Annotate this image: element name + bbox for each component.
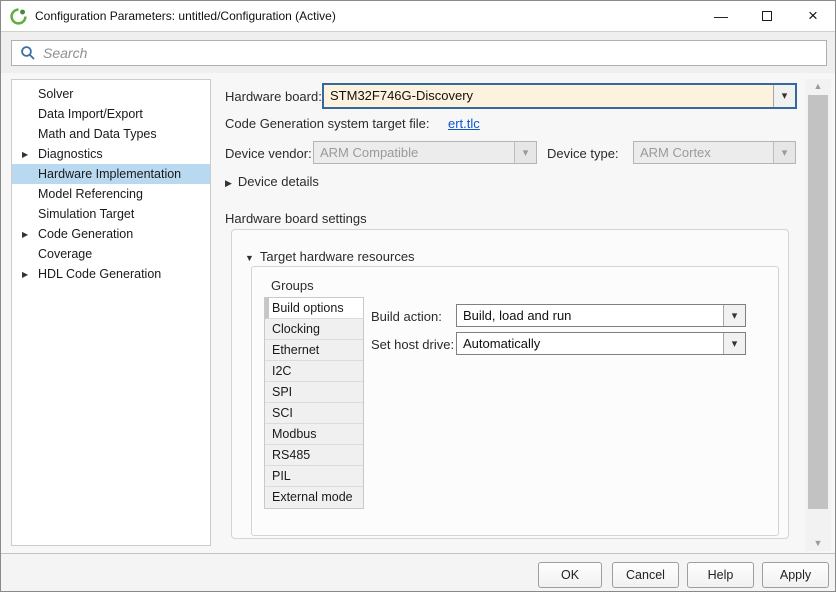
device-details-expander[interactable]: ▶ Device details: [225, 173, 319, 191]
groups-header: Groups: [271, 278, 314, 293]
device-type-label: Device type:: [547, 146, 619, 161]
sidebar-item-label: Data Import/Export: [38, 107, 143, 121]
sidebar-item-hardware-implementation[interactable]: Hardware Implementation: [12, 164, 210, 184]
build-action-value: Build, load and run: [463, 305, 721, 327]
help-button[interactable]: Help: [687, 562, 754, 588]
ert-tlc-link[interactable]: ert.tlc: [448, 116, 480, 131]
sidebar-item-label: Hardware Implementation: [38, 167, 181, 181]
group-item-ethernet[interactable]: Ethernet: [265, 340, 363, 361]
titlebar: Configuration Parameters: untitled/Confi…: [1, 1, 835, 32]
device-vendor-value: ARM Compatible: [320, 142, 512, 164]
build-action-label: Build action:: [371, 309, 442, 324]
expand-arrow-icon[interactable]: ▶: [22, 230, 38, 239]
configuration-parameters-window: Configuration Parameters: untitled/Confi…: [0, 0, 836, 592]
dropdown-arrow-icon[interactable]: ▾: [773, 85, 795, 107]
group-item-rs485[interactable]: RS485: [265, 445, 363, 466]
system-target-file-label: Code Generation system target file:: [225, 116, 430, 131]
sidebar-item-label: Model Referencing: [38, 187, 143, 201]
cancel-button[interactable]: Cancel: [612, 562, 679, 588]
sidebar-item-code-generation[interactable]: ▶Code Generation: [12, 224, 210, 244]
window-title: Configuration Parameters: untitled/Confi…: [35, 1, 336, 31]
scroll-down-icon[interactable]: ▼: [805, 536, 831, 551]
sidebar-item-label: Math and Data Types: [38, 127, 157, 141]
hardware-board-select[interactable]: STM32F746G-Discovery ▾: [323, 84, 796, 108]
hardware-board-label: Hardware board:: [225, 89, 322, 104]
dropdown-arrow-icon: ▾: [514, 142, 536, 163]
footer-button-bar: OK Cancel Help Apply: [1, 553, 835, 592]
hardware-board-value: STM32F746G-Discovery: [330, 85, 771, 107]
group-item-pil[interactable]: PIL: [265, 466, 363, 487]
set-host-drive-select[interactable]: Automatically ▾: [456, 332, 746, 355]
expand-arrow-icon: ▶: [225, 178, 232, 188]
sidebar-item-diagnostics[interactable]: ▶Diagnostics: [12, 144, 210, 164]
set-host-drive-value: Automatically: [463, 333, 721, 355]
sidebar-item-coverage[interactable]: Coverage: [12, 244, 210, 264]
group-item-sci[interactable]: SCI: [265, 403, 363, 424]
sidebar-item-model-referencing[interactable]: Model Referencing: [12, 184, 210, 204]
expand-arrow-icon[interactable]: ▶: [22, 150, 38, 159]
group-item-external-mode[interactable]: External mode: [265, 487, 363, 508]
group-item-build-options[interactable]: Build options: [265, 298, 363, 319]
target-hardware-resources-expander[interactable]: ▼ Target hardware resources: [245, 248, 415, 266]
simulink-app-icon: [10, 8, 27, 25]
vertical-scrollbar[interactable]: ▲ ▼: [805, 79, 831, 551]
device-vendor-label: Device vendor:: [225, 146, 312, 161]
dropdown-arrow-icon[interactable]: ▾: [723, 333, 745, 354]
dropdown-arrow-icon[interactable]: ▾: [723, 305, 745, 326]
expand-arrow-icon[interactable]: ▶: [22, 270, 38, 279]
sidebar-item-data-import-export[interactable]: Data Import/Export: [12, 104, 210, 124]
sidebar-item-label: HDL Code Generation: [38, 267, 161, 281]
group-item-clocking[interactable]: Clocking: [265, 319, 363, 340]
groups-list: Build options Clocking Ethernet I2C SPI …: [264, 297, 364, 509]
set-host-drive-label: Set host drive:: [371, 337, 454, 352]
scrollbar-thumb[interactable]: [808, 95, 828, 509]
dropdown-arrow-icon: ▾: [773, 142, 795, 163]
hardware-board-settings-heading: Hardware board settings: [225, 211, 367, 226]
sidebar-item-solver[interactable]: Solver: [12, 84, 210, 104]
minimize-button[interactable]: —: [700, 1, 742, 31]
build-action-select[interactable]: Build, load and run ▾: [456, 304, 746, 327]
sidebar-item-hdl-code-generation[interactable]: ▶HDL Code Generation: [12, 264, 210, 284]
group-item-spi[interactable]: SPI: [265, 382, 363, 403]
content-area: Solver Data Import/Export Math and Data …: [1, 73, 835, 553]
device-vendor-select: ARM Compatible ▾: [313, 141, 537, 164]
apply-button[interactable]: Apply: [762, 562, 829, 588]
sidebar-item-math-and-data-types[interactable]: Math and Data Types: [12, 124, 210, 144]
search-area: Search: [1, 32, 835, 73]
device-details-label: Device details: [238, 174, 319, 189]
sidebar-item-label: Coverage: [38, 247, 92, 261]
group-item-i2c[interactable]: I2C: [265, 361, 363, 382]
maximize-button[interactable]: [746, 1, 788, 31]
device-type-select: ARM Cortex ▾: [633, 141, 796, 164]
search-icon: [20, 45, 36, 61]
collapse-arrow-icon: ▼: [245, 253, 254, 263]
search-input[interactable]: Search: [11, 40, 827, 66]
device-type-value: ARM Cortex: [640, 142, 771, 164]
category-tree: Solver Data Import/Export Math and Data …: [11, 79, 211, 546]
sidebar-item-label: Code Generation: [38, 227, 133, 241]
sidebar-item-label: Solver: [38, 87, 73, 101]
scroll-up-icon[interactable]: ▲: [805, 79, 831, 94]
close-button[interactable]: ×: [792, 1, 834, 31]
sidebar-item-label: Diagnostics: [38, 147, 103, 161]
sidebar-item-simulation-target[interactable]: Simulation Target: [12, 204, 210, 224]
group-item-modbus[interactable]: Modbus: [265, 424, 363, 445]
maximize-icon: [762, 11, 772, 21]
ok-button[interactable]: OK: [538, 562, 602, 588]
search-placeholder: Search: [43, 45, 87, 61]
target-hardware-resources-label: Target hardware resources: [260, 249, 415, 264]
sidebar-item-label: Simulation Target: [38, 207, 134, 221]
